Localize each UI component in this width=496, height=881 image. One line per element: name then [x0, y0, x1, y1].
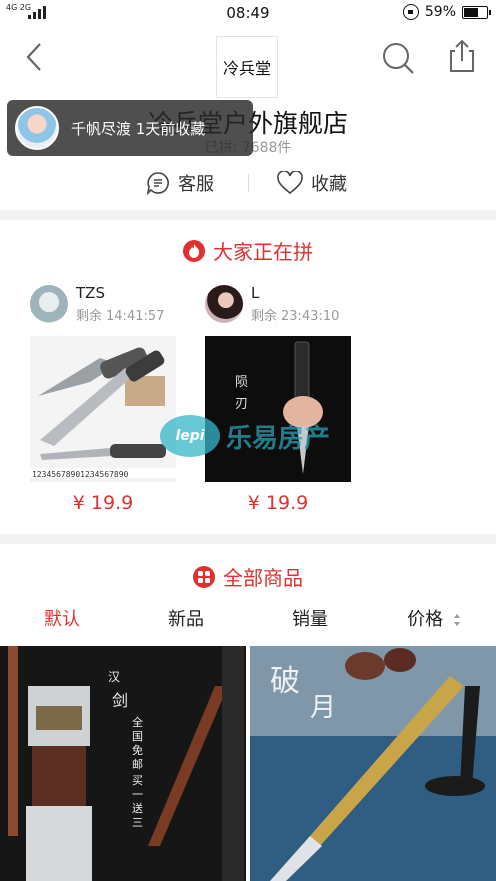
tab-price-label: 价格 — [407, 609, 444, 630]
search-button[interactable] — [380, 40, 416, 76]
svg-text:剑: 剑 — [112, 691, 128, 710]
avatar — [15, 106, 59, 150]
svg-text:全: 全 — [132, 715, 143, 729]
grid-icon — [193, 565, 215, 588]
svg-text:陨: 陨 — [235, 375, 248, 390]
svg-text:一: 一 — [132, 788, 143, 801]
group-title: 大家正在拼 — [213, 240, 313, 264]
price: ¥ 19.9 — [247, 492, 309, 514]
product-image: 陨 刃 — [205, 336, 351, 482]
favorite-toast: 千帆尽渡 1天前收藏 — [7, 100, 253, 156]
customer-service-button[interactable]: 客服 — [146, 168, 214, 198]
avatar — [205, 285, 243, 323]
chat-icon — [146, 172, 169, 195]
price: ¥ 19.9 — [72, 492, 134, 514]
svg-text:12345678901234567890: 12345678901234567890 — [32, 470, 129, 479]
sort-arrows-icon — [453, 614, 460, 626]
svg-text:免: 免 — [132, 743, 143, 757]
product-card[interactable]: 破 月 — [250, 646, 496, 881]
all-products-section: 全部商品 默认 新品 销量 价格 汉 剑 全 国 免 邮 买 一 送 三 破 月 — [0, 544, 496, 881]
all-products-title: 全部商品 — [223, 566, 303, 590]
tab-default[interactable]: 默认 — [0, 602, 124, 638]
product-card[interactable]: 汉 剑 全 国 免 邮 买 一 送 三 — [0, 646, 246, 881]
group-card[interactable]: TZS 剩余 14:41:57 12345678901234567890 ¥ 19… — [30, 284, 176, 514]
rotation-lock-icon — [402, 4, 419, 20]
svg-text:汉: 汉 — [108, 670, 120, 684]
user-name: L — [251, 284, 260, 302]
toast-message: 千帆尽渡 1天前收藏 — [71, 119, 206, 138]
tab-sales[interactable]: 销量 — [248, 602, 372, 638]
status-bar: 4G 2G 08:49 59% — [0, 0, 496, 26]
chevron-left-icon — [26, 43, 41, 71]
battery-percent: 59% — [424, 4, 456, 20]
product-image: 12345678901234567890 — [30, 336, 176, 482]
section-title: 全部商品 — [0, 562, 496, 591]
svg-text:月: 月 — [310, 693, 336, 723]
fire-icon — [183, 239, 205, 262]
remaining-time: 剩余 14:41:57 — [76, 309, 165, 324]
product-image: 汉 剑 全 国 免 邮 买 一 送 三 — [0, 646, 246, 881]
tab-new[interactable]: 新品 — [124, 602, 248, 638]
svg-text:买: 买 — [132, 774, 143, 787]
section-title: 大家正在拼 — [0, 236, 496, 265]
group-card[interactable]: L 剩余 23:43:10 陨 刃 ¥ 19.9 — [205, 284, 351, 514]
svg-text:三: 三 — [132, 816, 143, 829]
tab-price[interactable]: 价格 — [372, 602, 496, 638]
svg-text:邮: 邮 — [132, 758, 143, 771]
search-icon — [383, 43, 414, 74]
svg-text:国: 国 — [132, 730, 143, 743]
remaining-time: 剩余 23:43:10 — [251, 309, 340, 324]
user-name: TZS — [76, 284, 105, 302]
service-label: 客服 — [178, 174, 214, 195]
favorite-button[interactable]: 收藏 — [277, 168, 347, 198]
svg-text:送: 送 — [132, 801, 143, 815]
svg-text:破: 破 — [270, 664, 300, 699]
product-image: 破 月 — [250, 646, 496, 881]
store-logo[interactable]: 冷兵堂 — [216, 36, 278, 98]
favorite-label: 收藏 — [311, 174, 347, 195]
svg-text:刃: 刃 — [235, 397, 248, 412]
battery-icon — [462, 5, 491, 19]
avatar — [30, 285, 68, 323]
back-button[interactable] — [18, 40, 52, 74]
group-buying-section: 大家正在拼 TZS 剩余 14:41:57 1234567890123456789… — [0, 220, 496, 534]
sort-tabs: 默认 新品 销量 价格 — [0, 602, 496, 638]
heart-icon — [277, 171, 303, 195]
share-icon — [450, 39, 474, 72]
divider — [248, 174, 249, 192]
share-button[interactable] — [444, 38, 480, 74]
